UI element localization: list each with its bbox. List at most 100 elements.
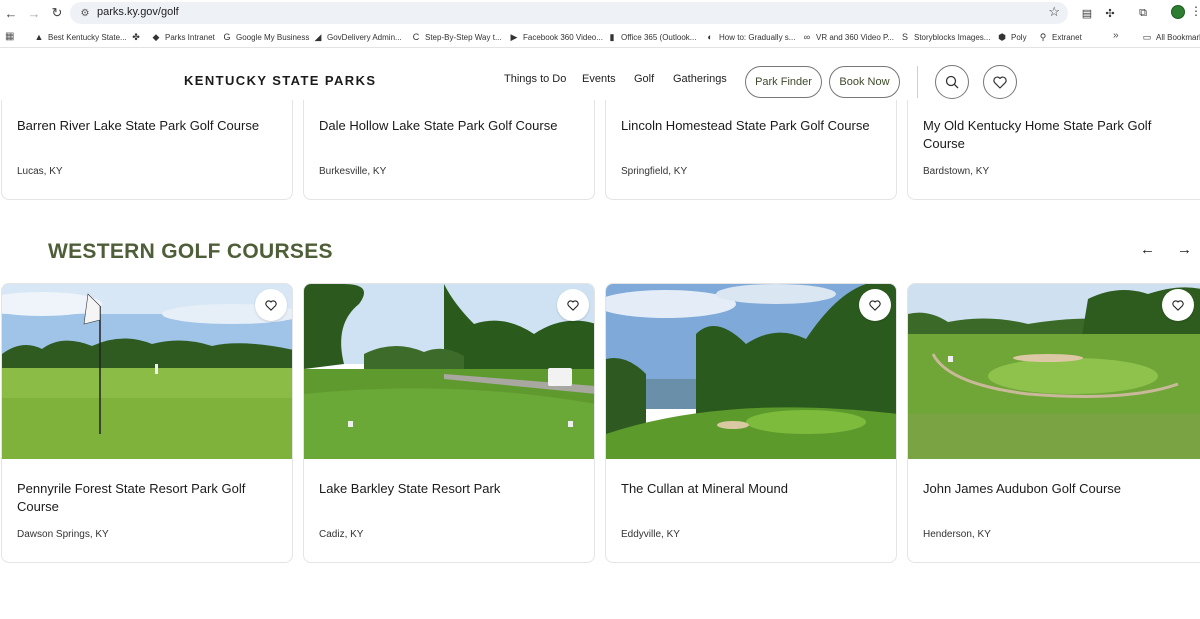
step-icon: C <box>412 32 420 42</box>
bookmark-item[interactable]: ◆ Parks Intranet <box>151 30 215 44</box>
bookmark-item[interactable]: C Step-By-Step Way t... <box>411 30 502 44</box>
course-photo[interactable] <box>606 284 896 459</box>
profile-avatar[interactable] <box>1171 5 1185 19</box>
back-icon[interactable]: ← <box>1 3 21 23</box>
heart-icon <box>1172 299 1184 311</box>
forward-icon[interactable]: → <box>24 3 44 23</box>
heart-icon <box>567 299 579 311</box>
browser-toolbar: ← → ↻ ⚙ parks.ky.gov/golf ☆ ▤ ✣ ⧉ ⋮ <box>0 0 1200 26</box>
course-card[interactable]: Lincoln Homestead State Park Golf Course… <box>605 100 897 200</box>
course-location: Eddyville, KY <box>621 529 680 540</box>
bookmark-label: GovDelivery Admin... <box>327 32 402 42</box>
bookmark-label: Office 365 (Outlook... <box>621 32 697 42</box>
course-card[interactable]: Lake Barkley State Resort Park Cadiz, KY <box>303 283 595 563</box>
carousel-prev-arrow-icon[interactable]: ← <box>1140 241 1155 258</box>
bookmark-item[interactable]: ⚲ Extranet <box>1038 30 1082 44</box>
course-card[interactable]: Barren River Lake State Park Golf Course… <box>1 100 293 200</box>
book-now-button[interactable]: Book Now <box>829 66 900 98</box>
course-photo[interactable] <box>2 284 292 459</box>
favorites-button[interactable] <box>983 65 1017 99</box>
course-card[interactable]: John James Audubon Golf Course Henderson… <box>907 283 1200 563</box>
nav-things-to-do[interactable]: Things to Do <box>504 73 566 85</box>
google-icon: G <box>223 32 231 42</box>
course-title[interactable]: John James Audubon Golf Course <box>923 480 1185 498</box>
url-text[interactable]: parks.ky.gov/golf <box>97 6 179 18</box>
poly-icon: ⬢ <box>998 31 1006 42</box>
favorite-button[interactable] <box>557 289 589 321</box>
favorite-button[interactable] <box>859 289 891 321</box>
carousel-next-arrow-icon[interactable]: → <box>1177 241 1192 258</box>
bookmark-item[interactable]: ▲ Best Kentucky State... <box>34 30 127 44</box>
folder-icon: ▭ <box>1142 31 1152 42</box>
bookmark-label: Extranet <box>1052 32 1082 42</box>
extension-icon[interactable]: ▤ <box>1078 4 1096 22</box>
address-bar[interactable]: ⚙ parks.ky.gov/golf ☆ <box>70 2 1068 24</box>
site-logo[interactable]: KENTUCKY STATE PARKS <box>184 73 376 88</box>
course-title[interactable]: Barren River Lake State Park Golf Course <box>17 117 279 135</box>
nav-gatherings[interactable]: Gatherings <box>673 73 727 85</box>
nav-events[interactable]: Events <box>582 73 616 85</box>
storyblocks-icon: S <box>901 32 908 42</box>
site-info-icon[interactable]: ⚙ <box>78 6 92 20</box>
course-location: Dawson Springs, KY <box>17 529 109 540</box>
header-divider <box>917 66 918 98</box>
bookmark-label: How to: Gradually s... <box>719 32 796 42</box>
bookmark-item[interactable]: ∞ VR and 360 Video P... <box>802 30 894 44</box>
heart-icon <box>869 299 881 311</box>
bookmark-item[interactable]: ✤ <box>131 30 145 44</box>
search-icon <box>945 75 959 89</box>
bookmark-item[interactable]: ⬢ Poly <box>997 30 1027 44</box>
nav-golf[interactable]: Golf <box>634 73 654 85</box>
course-card[interactable]: Pennyrile Forest State Resort Park Golf … <box>1 283 293 563</box>
pinwheel-icon: ✤ <box>132 31 140 42</box>
bookmark-arrow-icon: ▲ <box>34 32 44 42</box>
all-bookmarks-button[interactable]: ▭ All Bookmarks <box>1142 30 1200 44</box>
bookmark-item[interactable]: ▶ Facebook 360 Video... <box>509 30 603 44</box>
course-location: Springfield, KY <box>621 166 688 177</box>
favorite-button[interactable] <box>255 289 287 321</box>
search-button[interactable] <box>935 65 969 99</box>
bookmark-item[interactable]: G Google My Business <box>222 30 309 44</box>
govdelivery-icon: ◢ <box>314 31 322 42</box>
section-heading: WESTERN GOLF COURSES <box>48 240 333 263</box>
course-card[interactable]: The Cullan at Mineral Mound Eddyville, K… <box>605 283 897 563</box>
course-title[interactable]: Lincoln Homestead State Park Golf Course <box>621 117 883 135</box>
favorite-button[interactable] <box>1162 289 1194 321</box>
course-location: Henderson, KY <box>923 529 991 540</box>
course-title[interactable]: My Old Kentucky Home State Park Golf Cou… <box>923 117 1185 153</box>
howto-icon: ◐ <box>707 32 713 42</box>
bookmark-item[interactable]: ◐ How to: Gradually s... <box>705 30 795 44</box>
bookmark-label: Google My Business <box>236 32 310 42</box>
reload-icon[interactable]: ↻ <box>47 3 67 23</box>
course-title[interactable]: The Cullan at Mineral Mound <box>621 480 883 498</box>
apps-grid-icon[interactable]: ▦ <box>5 31 14 42</box>
vr-icon: ∞ <box>803 32 811 42</box>
tab-search-icon[interactable]: ⧉ <box>1134 4 1152 22</box>
bookmark-label: Facebook 360 Video... <box>523 32 603 42</box>
course-location: Lucas, KY <box>17 166 63 177</box>
park-finder-button[interactable]: Park Finder <box>745 66 822 98</box>
course-card[interactable]: Dale Hollow Lake State Park Golf Course … <box>303 100 595 200</box>
bookmark-item[interactable]: S Storyblocks Images... <box>900 30 991 44</box>
bookmarks-bar: ▦ ▲ Best Kentucky State... ✤ ◆ Parks Intrane… <box>0 26 1200 48</box>
bookmark-star-icon[interactable]: ☆ <box>1048 4 1060 20</box>
bookmark-label: VR and 360 Video P... <box>816 32 894 42</box>
course-card[interactable]: My Old Kentucky Home State Park Golf Cou… <box>907 100 1200 200</box>
course-photo[interactable] <box>304 284 594 459</box>
pin-icon: ⚲ <box>1039 31 1047 42</box>
bookmark-label: Parks Intranet <box>165 32 215 42</box>
bookmark-label: Poly <box>1011 32 1027 42</box>
course-photo[interactable] <box>908 284 1200 459</box>
puzzle-extensions-icon[interactable]: ✣ <box>1101 4 1119 22</box>
bookmark-label: Best Kentucky State... <box>48 32 127 42</box>
bookmark-label: Storyblocks Images... <box>914 32 991 42</box>
browser-menu-icon[interactable]: ⋮ <box>1190 4 1200 18</box>
bookmark-item[interactable]: ▮ Office 365 (Outlook... <box>607 30 697 44</box>
facebook-video-icon: ▶ <box>510 31 518 42</box>
course-title[interactable]: Lake Barkley State Resort Park <box>319 480 581 498</box>
bookmark-label: Step-By-Step Way t... <box>425 32 502 42</box>
bookmark-item[interactable]: ◢ GovDelivery Admin... <box>313 30 402 44</box>
more-bookmarks-button[interactable]: » <box>1113 30 1119 41</box>
course-title[interactable]: Pennyrile Forest State Resort Park Golf … <box>17 480 279 516</box>
course-title[interactable]: Dale Hollow Lake State Park Golf Course <box>319 117 581 135</box>
